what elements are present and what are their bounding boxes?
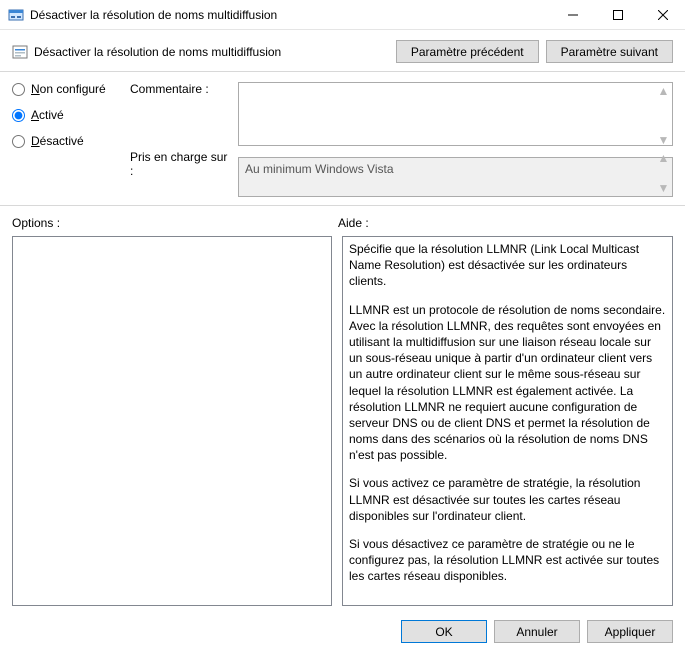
close-button[interactable] [640, 0, 685, 30]
state-radio-not_configured[interactable]: Non configuré [12, 82, 120, 96]
help-paragraph-4: Si vous désactivez ce paramètre de strat… [349, 536, 666, 585]
comment-label: Commentaire : [130, 82, 228, 152]
comment-textarea[interactable] [238, 82, 673, 146]
policy-icon [12, 44, 28, 60]
options-pane [12, 236, 332, 606]
state-radio-input-disabled[interactable] [12, 135, 25, 148]
config-values: ▲▼ Au minimum Windows Vista ▲▼ [238, 82, 673, 197]
config-section: Non configuré Activé Désactivé Commentaire… [0, 72, 685, 206]
maximize-button[interactable] [595, 0, 640, 30]
setting-title-text: Désactiver la résolution de noms multidi… [34, 45, 281, 59]
state-radio-label-enabled: Activé [31, 108, 64, 122]
state-radio-label-not_configured: Non configuré [31, 82, 106, 96]
header-panel: Désactiver la résolution de noms multidi… [0, 30, 685, 72]
prev-btn-label: Paramètre précédent [411, 45, 524, 59]
labels-row: Options : Aide : [12, 216, 673, 230]
app-icon [8, 7, 24, 23]
state-radio-group: Non configuré Activé Désactivé [12, 82, 120, 197]
next-btn-label: Paramètre suivant [561, 45, 658, 59]
next-setting-button[interactable]: Paramètre suivant [546, 40, 673, 63]
config-labels: Commentaire : Pris en charge sur : [130, 82, 228, 197]
supported-on-box: Au minimum Windows Vista [238, 157, 673, 197]
help-label: Aide : [338, 216, 369, 230]
window-controls [550, 0, 685, 30]
apply-button[interactable]: Appliquer [587, 620, 673, 643]
state-radio-input-not_configured[interactable] [12, 83, 25, 96]
help-paragraph-3: Si vous activez ce paramètre de stratégi… [349, 475, 666, 524]
state-radio-label-disabled: Désactivé [31, 134, 84, 148]
comment-scrollbar[interactable]: ▲▼ [655, 84, 672, 147]
options-label: Options : [12, 216, 338, 230]
lower-section: Options : Aide : Spécifie que la résolut… [0, 206, 685, 610]
state-radio-input-enabled[interactable] [12, 109, 25, 122]
help-pane: Spécifie que la résolution LLMNR (Link L… [342, 236, 673, 606]
setting-title: Désactiver la résolution de noms multidi… [12, 44, 389, 60]
supported-on-label: Pris en charge sur : [130, 152, 228, 176]
footer: OK Annuler Appliquer [0, 610, 685, 653]
previous-setting-button[interactable]: Paramètre précédent [396, 40, 539, 63]
supported-scrollbar: ▲▼ [655, 151, 672, 195]
help-paragraph-2: LLMNR est un protocole de résolution de … [349, 302, 666, 464]
state-radio-enabled[interactable]: Activé [12, 108, 120, 122]
minimize-button[interactable] [550, 0, 595, 30]
panes: Spécifie que la résolution LLMNR (Link L… [12, 236, 673, 606]
ok-button[interactable]: OK [401, 620, 487, 643]
help-paragraph-1: Spécifie que la résolution LLMNR (Link L… [349, 241, 666, 290]
window-titlebar: Désactiver la résolution de noms multidi… [0, 0, 685, 30]
window-title: Désactiver la résolution de noms multidi… [30, 8, 550, 22]
cancel-button[interactable]: Annuler [494, 620, 580, 643]
state-radio-disabled[interactable]: Désactivé [12, 134, 120, 148]
